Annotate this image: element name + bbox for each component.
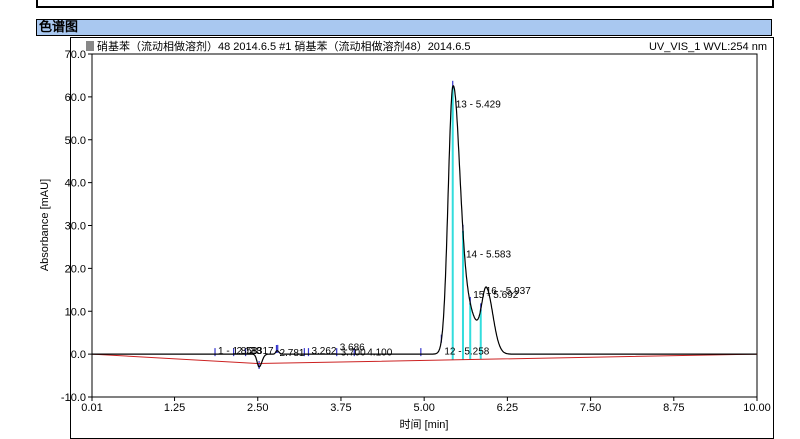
x-tick-label: 5.00 [413, 402, 434, 414]
peak-label: 12 - 5.258 [444, 347, 489, 358]
x-tick-label: 1.25 [164, 402, 185, 414]
y-tick-label: 70.0 [65, 49, 86, 61]
y-axis-label: Absorbance [mAU] [39, 179, 51, 271]
chromatogram-chart: 硝基苯（流动相做溶剂）48 2014.6.5 #1 硝基苯（流动相做溶剂48）2… [39, 39, 771, 431]
chart-title-left: 硝基苯（流动相做溶剂）48 2014.6.5 #1 硝基苯（流动相做溶剂48）2… [97, 39, 471, 53]
x-tick-label: 8.75 [663, 402, 684, 414]
chart-icon [86, 41, 94, 51]
y-tick-label: 0.0 [71, 349, 86, 361]
peak-label: 4.100 [367, 348, 392, 359]
peak-label: 3.262 [311, 346, 336, 357]
y-tick-label: 30.0 [65, 221, 86, 233]
baseline-line [91, 353, 758, 365]
y-tick-label: 40.0 [65, 178, 86, 190]
y-tick-label: -10.0 [61, 392, 86, 404]
peak-label: 16 - 5.937 [486, 286, 531, 297]
peak-label: 3.700 [341, 348, 366, 359]
chart-title-right: UV_VIS_1 WVL:254 nm [649, 41, 767, 53]
y-tick-label: 60.0 [65, 92, 86, 104]
y-tick-label: 10.0 [65, 306, 86, 318]
peak-label: 2.317 [249, 346, 274, 357]
x-tick-label: 2.50 [247, 402, 268, 414]
x-tick-label: 10.00 [743, 402, 771, 414]
x-axis-label: 时间 [min] [400, 418, 449, 431]
chromatogram-trace [92, 85, 757, 368]
peak-label: 2.781 [279, 348, 304, 359]
plot-area [91, 53, 758, 398]
peak-label: 13 - 5.429 [456, 99, 501, 110]
y-tick-label: 20.0 [65, 263, 86, 275]
peak-label: 14 - 5.583 [466, 249, 511, 260]
x-tick-label: 6.25 [497, 402, 518, 414]
y-tick-label: 50.0 [65, 135, 86, 147]
x-tick-label: 3.75 [330, 402, 351, 414]
x-tick-label: 7.50 [580, 402, 601, 414]
